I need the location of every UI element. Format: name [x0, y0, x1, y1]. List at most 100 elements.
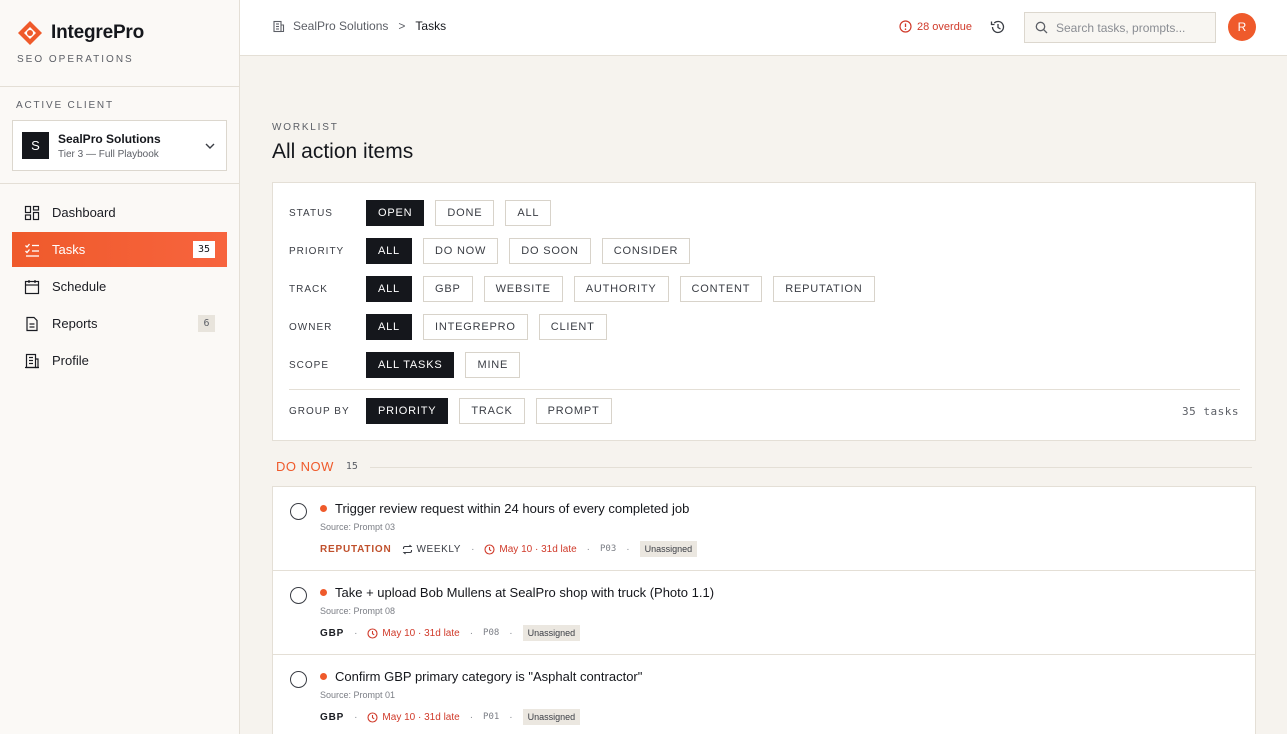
filter-label: SCOPE — [289, 359, 330, 371]
priority-chip-consider[interactable]: CONSIDER — [601, 238, 691, 264]
task-row: Take + upload Bob Mullens at SealPro sho… — [273, 571, 1255, 655]
group-divider — [369, 467, 1252, 468]
prompt-code: P03 — [600, 544, 617, 554]
status-chip-all[interactable]: ALL — [505, 200, 552, 226]
sidebar-item-tasks[interactable]: Tasks 35 — [12, 232, 227, 267]
track-chip-reputation[interactable]: REPUTATION — [773, 276, 875, 302]
task-checkbox[interactable] — [290, 503, 307, 520]
owner-chip-all[interactable]: ALL — [366, 314, 412, 340]
track-chip-authority[interactable]: AUTHORITY — [573, 276, 669, 302]
status-chip-done[interactable]: DONE — [435, 200, 495, 226]
owner-chip-client[interactable]: CLIENT — [538, 314, 607, 340]
sidebar-item-label: Tasks — [52, 242, 86, 257]
meta-separator: · — [509, 627, 513, 639]
breadcrumb-separator: > — [398, 19, 406, 33]
status-chip-open[interactable]: OPEN — [366, 200, 425, 226]
sidebar-item-reports[interactable]: Reports 6 — [12, 306, 227, 341]
due-label: May 10 · 31d late — [382, 711, 460, 723]
clock-icon — [484, 543, 495, 555]
prompt-code: P08 — [483, 628, 500, 638]
group-chip-priority[interactable]: PRIORITY — [366, 398, 449, 424]
filter-label: TRACK — [289, 283, 328, 295]
sidebar-item-profile[interactable]: Profile — [12, 343, 227, 378]
sidebar: IntegrePro SEO OPERATIONS ACTIVE CLIENT … — [0, 0, 240, 734]
group-chip-prompt[interactable]: PROMPT — [535, 398, 612, 424]
breadcrumb-client[interactable]: SealPro Solutions — [293, 19, 388, 33]
calendar-icon — [24, 279, 40, 294]
owner-chip-integrepro[interactable]: INTEGREPRO — [422, 314, 528, 340]
scope-chip-all-tasks[interactable]: ALL TASKS — [366, 352, 455, 378]
meta-separator: · — [509, 711, 513, 723]
sidebar-item-label: Dashboard — [52, 205, 116, 220]
brand[interactable]: IntegrePro — [17, 20, 144, 46]
reports-count-badge: 6 — [198, 315, 215, 332]
filter-label: STATUS — [289, 207, 333, 219]
priority-chip-do-now[interactable]: DO NOW — [422, 238, 499, 264]
active-client-label: ACTIVE CLIENT — [16, 100, 114, 111]
task-count: 35 tasks — [1182, 405, 1239, 418]
topbar: SealPro Solutions > Tasks 28 overdue R — [240, 0, 1287, 56]
meta-separator: · — [354, 711, 358, 723]
dashboard-icon — [24, 205, 40, 220]
task-due: May 10 · 31d late — [484, 543, 577, 555]
track-chip-website[interactable]: WEBSITE — [483, 276, 563, 302]
task-title[interactable]: Trigger review request within 24 hours o… — [335, 501, 689, 516]
history-icon[interactable] — [990, 19, 1006, 35]
client-selector[interactable]: S SealPro Solutions Tier 3 — Full Playbo… — [12, 120, 227, 171]
sidebar-item-label: Schedule — [52, 279, 107, 294]
task-source: Source: Prompt 01 — [320, 690, 396, 700]
breadcrumb-current: Tasks — [415, 19, 447, 33]
priority-dot — [320, 673, 327, 680]
meta-separator: · — [469, 627, 474, 639]
track-chip-all[interactable]: ALL — [366, 276, 412, 302]
priority-chip-do-soon[interactable]: DO SOON — [509, 238, 591, 264]
assignee-badge[interactable]: Unassigned — [522, 625, 581, 641]
user-avatar[interactable]: R — [1228, 13, 1256, 41]
assignee-badge[interactable]: Unassigned — [522, 709, 581, 725]
filter-scope: SCOPE ALL TASKS MINE — [289, 352, 531, 378]
task-checkbox[interactable] — [290, 671, 307, 688]
sidebar-item-label: Reports — [52, 316, 98, 331]
repeat-icon — [402, 544, 412, 554]
task-row: Trigger review request within 24 hours o… — [273, 487, 1255, 571]
meta-separator: · — [354, 627, 358, 639]
filter-label: OWNER — [289, 321, 333, 333]
task-recurrence: WEEKLY — [402, 544, 462, 555]
task-list: Trigger review request within 24 hours o… — [272, 486, 1256, 734]
brand-logo-icon — [18, 21, 42, 45]
sidebar-nav: Dashboard Tasks 35 Schedule Reports 6 Pr… — [12, 195, 227, 380]
brand-subtitle: SEO OPERATIONS — [17, 54, 134, 65]
sidebar-item-dashboard[interactable]: Dashboard — [12, 195, 227, 230]
group-chip-track[interactable]: TRACK — [459, 398, 525, 424]
page-eyebrow: WORKLIST — [272, 122, 339, 133]
search-input[interactable] — [1056, 20, 1206, 35]
filter-divider — [289, 389, 1240, 390]
filter-status: STATUS OPEN DONE ALL — [289, 200, 562, 226]
task-track: GBP — [320, 711, 345, 723]
task-title[interactable]: Confirm GBP primary category is "Asphalt… — [335, 669, 642, 684]
task-title[interactable]: Take + upload Bob Mullens at SealPro sho… — [335, 585, 714, 600]
track-chip-content[interactable]: CONTENT — [679, 276, 763, 302]
scope-chip-mine[interactable]: MINE — [465, 352, 521, 378]
priority-dot — [320, 589, 327, 596]
assignee-badge[interactable]: Unassigned — [639, 541, 698, 557]
track-chip-gbp[interactable]: GBP — [422, 276, 473, 302]
priority-chip-all[interactable]: ALL — [366, 238, 412, 264]
filter-owner: OWNER ALL INTEGREPRO CLIENT — [289, 314, 618, 340]
task-due: May 10 · 31d late — [367, 711, 460, 723]
clock-icon — [367, 627, 378, 639]
overdue-count: 28 overdue — [917, 20, 973, 33]
alert-circle-icon — [899, 20, 912, 33]
sidebar-item-schedule[interactable]: Schedule — [12, 269, 227, 304]
task-track: GBP — [320, 627, 345, 639]
prompt-code: P01 — [483, 712, 500, 722]
client-name: SealPro Solutions — [58, 131, 161, 146]
overdue-indicator[interactable]: 28 overdue — [899, 20, 972, 33]
task-due: May 10 · 31d late — [367, 627, 460, 639]
task-meta: GBP · May 10 · 31d late · P01 · Unassign… — [320, 709, 581, 725]
meta-separator: · — [626, 543, 630, 555]
building-icon — [25, 353, 39, 368]
task-checkbox[interactable] — [290, 587, 307, 604]
group-header-do-now: DO NOW 15 — [276, 459, 1252, 474]
due-label: May 10 · 31d late — [382, 627, 460, 639]
